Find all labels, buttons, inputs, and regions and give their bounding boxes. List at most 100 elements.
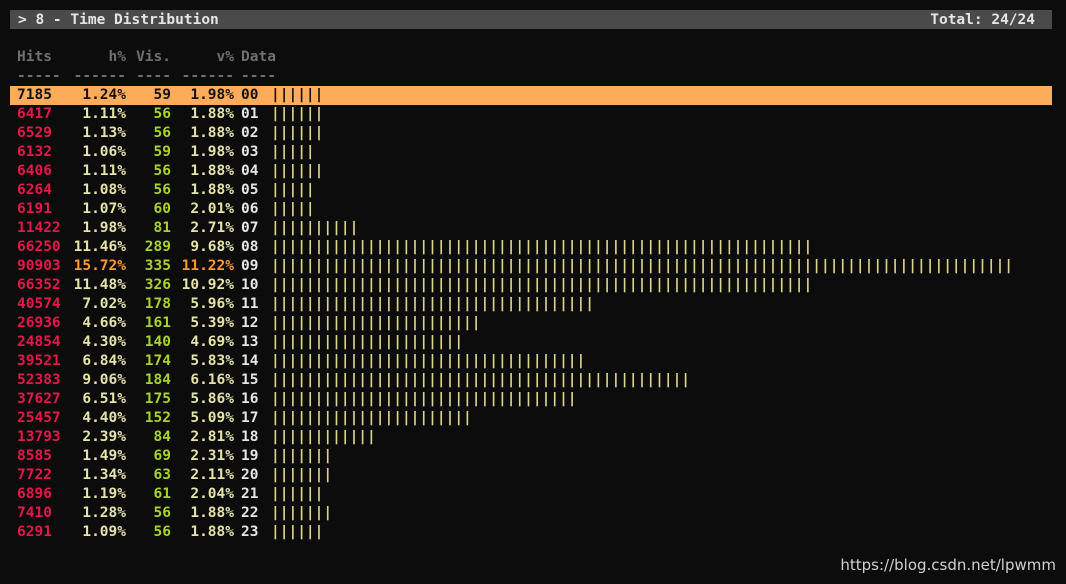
visitors-value: 326 bbox=[144, 277, 171, 293]
visitors-value: 56 bbox=[153, 125, 171, 141]
visitors-percent-value: 2.04% bbox=[190, 486, 234, 502]
hits-percent-value: 1.06% bbox=[82, 144, 126, 160]
hour-value: 23 bbox=[241, 524, 259, 540]
hits-bar: |||||||||||||||||||||||||||||||||||| bbox=[271, 353, 586, 369]
table-row[interactable]: 26936 4.66% 161 5.39% 12 ||||||||||||||||||||… bbox=[10, 314, 1052, 333]
hits-bar: ||||||||||||||||||||||||||||||||||||| bbox=[271, 296, 595, 312]
hits-percent-value: 1.98% bbox=[82, 220, 126, 236]
hour-value: 01 bbox=[241, 106, 259, 122]
table-row[interactable]: 6529 1.13% 56 1.88% 02 |||||| bbox=[10, 124, 1052, 143]
visitors-value: 289 bbox=[144, 239, 171, 255]
hits-value: 6132 bbox=[17, 144, 52, 160]
underline-visitors-percent: ------ bbox=[181, 68, 234, 84]
visitors-percent-value: 2.71% bbox=[190, 220, 234, 236]
panel-title: > 8 - Time Distribution bbox=[18, 11, 219, 28]
visitors-percent-value: 1.98% bbox=[190, 144, 234, 160]
column-hits-percent-header[interactable]: h% bbox=[64, 48, 126, 67]
visitors-percent-value: 2.11% bbox=[190, 467, 234, 483]
table-row[interactable]: 6406 1.11% 56 1.88% 04 |||||| bbox=[10, 162, 1052, 181]
table-row[interactable]: 13793 2.39% 84 2.81% 18 |||||||||||| bbox=[10, 428, 1052, 447]
hits-value: 37627 bbox=[17, 391, 61, 407]
table-row[interactable]: 40574 7.02% 178 5.96% 11 ||||||||||||||||||||… bbox=[10, 295, 1052, 314]
table-row[interactable]: 66352 11.48% 326 10.92% 10 ||||||||||||||||||… bbox=[10, 276, 1052, 295]
hour-value: 13 bbox=[241, 334, 259, 350]
table-row[interactable]: 6264 1.08% 56 1.88% 05 ||||| bbox=[10, 181, 1052, 200]
table-row[interactable]: 24854 4.30% 140 4.69% 13 ||||||||||||||||||||… bbox=[10, 333, 1052, 352]
hits-bar: ||||| bbox=[271, 182, 315, 198]
table-row[interactable]: 6191 1.07% 60 2.01% 06 ||||| bbox=[10, 200, 1052, 219]
visitors-percent-value: 1.88% bbox=[190, 505, 234, 521]
table-row[interactable]: 25457 4.40% 152 5.09% 17 ||||||||||||||||||||… bbox=[10, 409, 1052, 428]
visitors-percent-value: 1.88% bbox=[190, 182, 234, 198]
visitors-value: 152 bbox=[144, 410, 171, 426]
panel-header[interactable]: > 8 - Time Distribution Total: 24/24 bbox=[10, 10, 1052, 29]
table-row[interactable]: 11422 1.98% 81 2.71% 07 |||||||||| bbox=[10, 219, 1052, 238]
table-row[interactable]: 6132 1.06% 59 1.98% 03 ||||| bbox=[10, 143, 1052, 162]
visitors-value: 56 bbox=[153, 106, 171, 122]
hits-percent-value: 11.46% bbox=[73, 239, 126, 255]
hour-value: 21 bbox=[241, 486, 259, 502]
visitors-percent-value: 1.88% bbox=[190, 163, 234, 179]
table-row[interactable]: 6291 1.09% 56 1.88% 23 |||||| bbox=[10, 523, 1052, 542]
hits-value: 6264 bbox=[17, 182, 52, 198]
column-hits-header[interactable]: Hits bbox=[17, 48, 71, 67]
hits-value: 40574 bbox=[17, 296, 61, 312]
visitors-percent-value: 2.01% bbox=[190, 201, 234, 217]
hits-percent-value: 15.72% bbox=[73, 258, 126, 274]
hits-value: 11422 bbox=[17, 220, 61, 236]
hour-value: 08 bbox=[241, 239, 259, 255]
hits-value: 66352 bbox=[17, 277, 61, 293]
hits-bar: ||||||||||||||||||||||||||||||||||||||||… bbox=[271, 372, 691, 388]
visitors-value: 56 bbox=[153, 505, 171, 521]
visitors-value: 56 bbox=[153, 163, 171, 179]
visitors-value: 178 bbox=[144, 296, 171, 312]
visitors-value: 184 bbox=[144, 372, 171, 388]
table-row[interactable]: 39521 6.84% 174 5.83% 14 ||||||||||||||||||||… bbox=[10, 352, 1052, 371]
watermark: https://blog.csdn.net/lpwmm bbox=[840, 556, 1056, 574]
hour-value: 22 bbox=[241, 505, 259, 521]
visitors-value: 174 bbox=[144, 353, 171, 369]
hits-bar: ||||| bbox=[271, 201, 315, 217]
hour-value: 02 bbox=[241, 125, 259, 141]
table-row[interactable]: 7722 1.34% 63 2.11% 20 ||||||| bbox=[10, 466, 1052, 485]
table-row[interactable]: 8585 1.49% 69 2.31% 19 ||||||| bbox=[10, 447, 1052, 466]
hits-value: 25457 bbox=[17, 410, 61, 426]
hour-value: 16 bbox=[241, 391, 259, 407]
hits-bar: ||||||||||||||||||||||| bbox=[271, 410, 472, 426]
column-data-header[interactable]: Data bbox=[241, 48, 276, 67]
column-header-row: Hits h% Vis. v% Data bbox=[10, 48, 1052, 67]
table-row[interactable]: 52383 9.06% 184 6.16% 15 ||||||||||||||||||||… bbox=[10, 371, 1052, 390]
table-row[interactable]: 90903 15.72% 335 11.22% 09 ||||||||||||||||||… bbox=[10, 257, 1052, 276]
hour-value: 07 bbox=[241, 220, 259, 236]
hour-value: 05 bbox=[241, 182, 259, 198]
table-row[interactable]: 66250 11.46% 289 9.68% 08 |||||||||||||||||||… bbox=[10, 238, 1052, 257]
table-row[interactable]: 37627 6.51% 175 5.86% 16 ||||||||||||||||||||… bbox=[10, 390, 1052, 409]
hits-percent-value: 2.39% bbox=[82, 429, 126, 445]
hits-value: 39521 bbox=[17, 353, 61, 369]
hits-percent-value: 9.06% bbox=[82, 372, 126, 388]
column-visitors-percent-header[interactable]: v% bbox=[178, 48, 234, 67]
hits-bar: ||||||| bbox=[271, 448, 333, 464]
column-visitors-header[interactable]: Vis. bbox=[128, 48, 171, 67]
hour-value: 14 bbox=[241, 353, 259, 369]
total-count: Total: 24/24 bbox=[930, 11, 1035, 28]
table-row[interactable]: 6417 1.11% 56 1.88% 01 |||||| bbox=[10, 105, 1052, 124]
visitors-percent-value: 5.96% bbox=[190, 296, 234, 312]
table-row[interactable]: 7410 1.28% 56 1.88% 22 ||||||| bbox=[10, 504, 1052, 523]
visitors-percent-value: 2.81% bbox=[190, 429, 234, 445]
table-row[interactable]: 6896 1.19% 61 2.04% 21 |||||| bbox=[10, 485, 1052, 504]
visitors-percent-value: 1.88% bbox=[190, 125, 234, 141]
hour-value: 06 bbox=[241, 201, 259, 217]
visitors-value: 335 bbox=[144, 258, 171, 274]
hits-value: 6417 bbox=[17, 106, 52, 122]
hits-percent-value: 6.84% bbox=[82, 353, 126, 369]
hits-percent-value: 1.07% bbox=[82, 201, 126, 217]
hits-percent-value: 11.48% bbox=[73, 277, 126, 293]
visitors-percent-value: 11.22% bbox=[181, 258, 234, 274]
table-row[interactable]: 7185 1.24% 59 1.98% 00 |||||| bbox=[10, 86, 1052, 105]
hits-value: 6529 bbox=[17, 125, 52, 141]
visitors-percent-value: 5.39% bbox=[190, 315, 234, 331]
hits-bar: ||||||||||||||||||||||||||||||||||| bbox=[271, 391, 577, 407]
visitors-value: 69 bbox=[153, 448, 171, 464]
visitors-value: 56 bbox=[153, 524, 171, 540]
